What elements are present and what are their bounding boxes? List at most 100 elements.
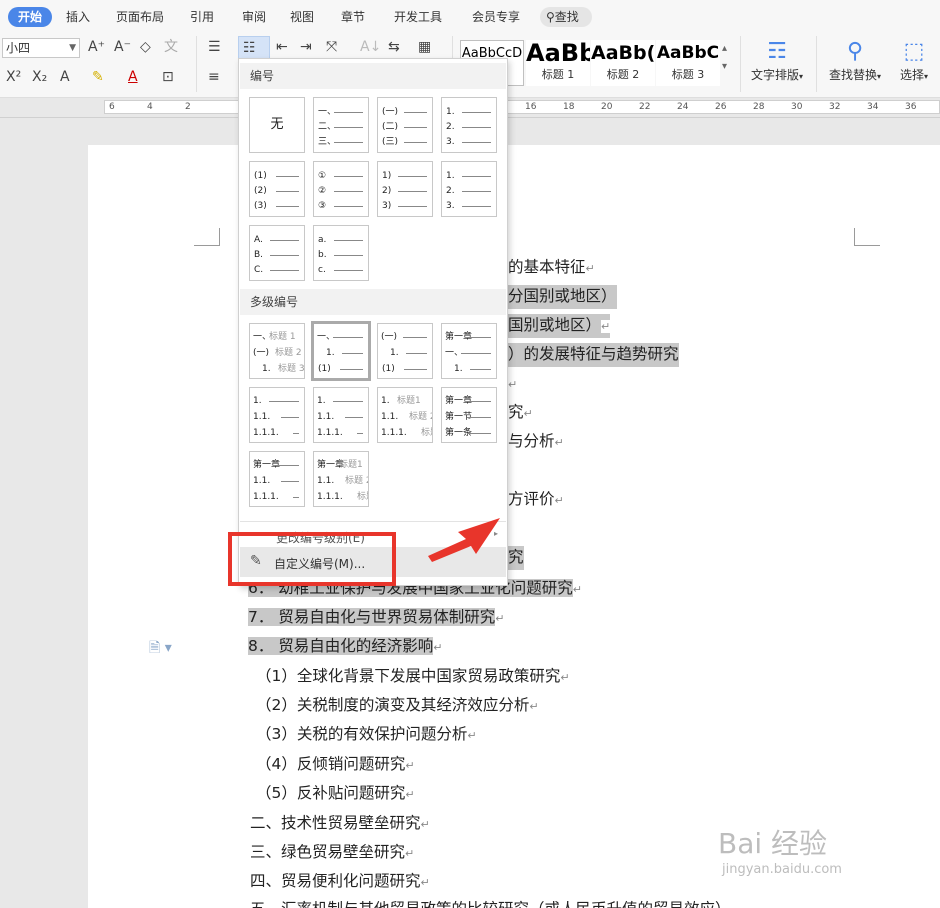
find-replace-label: 查找替换 <box>828 68 877 82</box>
tab-start[interactable]: 开始 <box>8 7 52 27</box>
numbering-label: B. <box>254 250 264 260</box>
document-icon[interactable]: 🗎 ▾ <box>149 637 172 661</box>
placeholder-line <box>345 417 363 418</box>
style-heading-3[interactable]: AaBbC 标题 3 <box>656 40 720 86</box>
numbering-label: b. <box>318 250 327 260</box>
multilevel-row: 1. <box>314 395 368 407</box>
placeholder-line <box>404 127 427 128</box>
multilevel-option[interactable]: 第一章标题1 1.1. 标题 21.1.1. 标题 3 <box>313 451 369 507</box>
multilevel-row: 第一节 <box>442 411 496 423</box>
style-heading-2[interactable]: AaBb( 标题 2 <box>591 40 655 86</box>
tab-insert[interactable]: 插入 <box>66 7 90 27</box>
placeholder-line <box>276 206 299 207</box>
placeholder-line <box>334 142 363 143</box>
multilevel-heading-hint: 标题 3 <box>421 428 432 438</box>
tab-search[interactable]: ⚲查找 <box>540 7 592 27</box>
multilevel-label: 1.1.1. <box>317 428 343 438</box>
ruler-number: 18 <box>563 102 575 112</box>
numbering-option[interactable]: 1. 2. 3. <box>441 161 497 217</box>
table-borders-icon[interactable]: ▦ <box>418 38 431 56</box>
tab-page-layout[interactable]: 页面布局 <box>116 7 164 27</box>
placeholder-line <box>461 353 491 354</box>
char-border-icon[interactable]: ⊡ <box>162 68 174 86</box>
multilevel-option[interactable]: 第一章 一、 1. <box>441 323 497 379</box>
shrink-font-icon[interactable]: A⁻ <box>114 38 131 56</box>
multilevel-heading-hint: 标题1 <box>397 396 421 406</box>
font-size-value: 小四 <box>6 41 31 55</box>
multilevel-option[interactable]: 第一章 1.1. 1.1.1. <box>249 451 305 507</box>
placeholder-line <box>334 240 363 241</box>
style-heading-1[interactable]: AaBb 标题 1 <box>526 40 590 86</box>
eraser-icon[interactable]: ◇ <box>140 38 151 56</box>
superscript-icon[interactable]: X² <box>6 68 21 86</box>
phonetic-icon[interactable]: 文 <box>164 38 178 56</box>
numbering-button[interactable]: ☷ <box>238 36 270 60</box>
multilevel-option[interactable]: 1. 1.1. 1.1.1. <box>249 387 305 443</box>
multilevel-option[interactable]: 第一章 第一节 第一条 <box>441 387 497 443</box>
numbering-option[interactable]: 1. 2. 3. <box>441 97 497 153</box>
multilevel-option[interactable]: 一、 标题 1 (一) 标题 2 1. 标题 3 <box>249 323 305 379</box>
doc-line: 7． 贸易自由化与世界贸易体制研究↵ <box>248 608 505 626</box>
tab-member[interactable]: 会员专享 <box>472 7 520 27</box>
placeholder-line <box>462 176 491 177</box>
numbering-row: 三、 <box>314 136 368 148</box>
doc-sub-item: （4）反倾销问题研究↵ <box>256 755 415 773</box>
font-size-select[interactable]: 小四 ▼ <box>2 38 80 58</box>
numbering-option[interactable]: 1) 2) 3) <box>377 161 433 217</box>
multilevel-row: 第一章 <box>442 331 496 343</box>
bullets-icon[interactable]: ☰ <box>208 38 221 56</box>
numbering-row: b. <box>314 249 368 261</box>
numbering-label: ② <box>318 186 327 196</box>
numbering-option[interactable]: A. B. C. <box>249 225 305 281</box>
ruler-number: 30 <box>791 102 803 112</box>
select-button[interactable]: ⬚ 选择▾ <box>892 38 936 83</box>
numbering-row: C. <box>250 264 304 276</box>
placeholder-line <box>293 497 299 498</box>
tab-references[interactable]: 引用 <box>190 7 214 27</box>
multilevel-heading-hint: 标题 2 <box>345 476 369 486</box>
tab-view[interactable]: 视图 <box>290 7 314 27</box>
doc-sub-item: （5）反补贴问题研究↵ <box>256 784 415 802</box>
multilevel-option[interactable]: 1. 1.1. 1.1.1. <box>313 387 369 443</box>
numbering-option[interactable]: (1) (2) (3) <box>249 161 305 217</box>
multilevel-option-selected[interactable]: 一、 1. (1) <box>311 321 371 381</box>
multilevel-label: (1) <box>382 364 395 374</box>
text-layout-button[interactable]: ☶ 文字排版▾ <box>746 38 808 83</box>
ruler-number: 4 <box>147 102 153 112</box>
find-replace-button[interactable]: ⚲ 查找替换▾ <box>824 38 886 83</box>
subscript-icon[interactable]: X₂ <box>32 68 47 86</box>
numbering-row: 一、 <box>314 106 368 118</box>
highlight-icon[interactable]: ✎ <box>92 68 104 86</box>
tab-review[interactable]: 审阅 <box>242 7 266 27</box>
multilevel-row: (1) <box>378 363 432 375</box>
chinese-layout-icon[interactable]: ⤧ <box>326 38 337 56</box>
placeholder-line <box>334 127 363 128</box>
align-left-icon[interactable]: ≡ <box>208 68 220 86</box>
placeholder-line <box>467 401 491 402</box>
tab-chapter[interactable]: 章节 <box>341 7 365 27</box>
numbering-option[interactable]: (一) (二) (三) <box>377 97 433 153</box>
numbering-row: (三) <box>378 136 432 148</box>
style-name: 标题 1 <box>541 68 575 81</box>
numbering-option[interactable]: 一、 二、 三、 <box>313 97 369 153</box>
numbering-option[interactable]: ① ② ③ <box>313 161 369 217</box>
multilevel-row: 1. 标题 3 <box>250 363 304 375</box>
increase-indent-icon[interactable]: ⇥ <box>300 38 312 56</box>
decrease-indent-icon[interactable]: ⇤ <box>276 38 288 56</box>
text-effect-icon[interactable]: A <box>60 68 70 86</box>
numbering-dropdown: 编号 无 一、 二、 三、 (一) (二) (三) 1. 2. 3. (1) (2) (3) ①… <box>238 58 508 586</box>
placeholder-line <box>462 127 491 128</box>
line-spacing-icon[interactable]: ⇆ <box>388 38 400 56</box>
tab-developer[interactable]: 开发工具 <box>394 7 442 27</box>
multilevel-option[interactable]: 1. 标题1 1.1. 标题 21.1.1. 标题 3 <box>377 387 433 443</box>
styles-scroll-icon[interactable]: ▴ ▾ <box>722 40 727 76</box>
numbering-row: A. <box>250 234 304 246</box>
numbering-none[interactable]: 无 <box>249 97 305 153</box>
grow-font-icon[interactable]: A⁺ <box>88 38 105 56</box>
placeholder-line <box>334 255 363 256</box>
font-color-icon[interactable]: A <box>128 68 138 86</box>
multilevel-label: 1.1. <box>253 412 271 422</box>
numbering-option[interactable]: a. b. c. <box>313 225 369 281</box>
multilevel-option[interactable]: (一) 1. (1) <box>377 323 433 379</box>
sort-icon[interactable]: A↓ <box>360 38 381 56</box>
